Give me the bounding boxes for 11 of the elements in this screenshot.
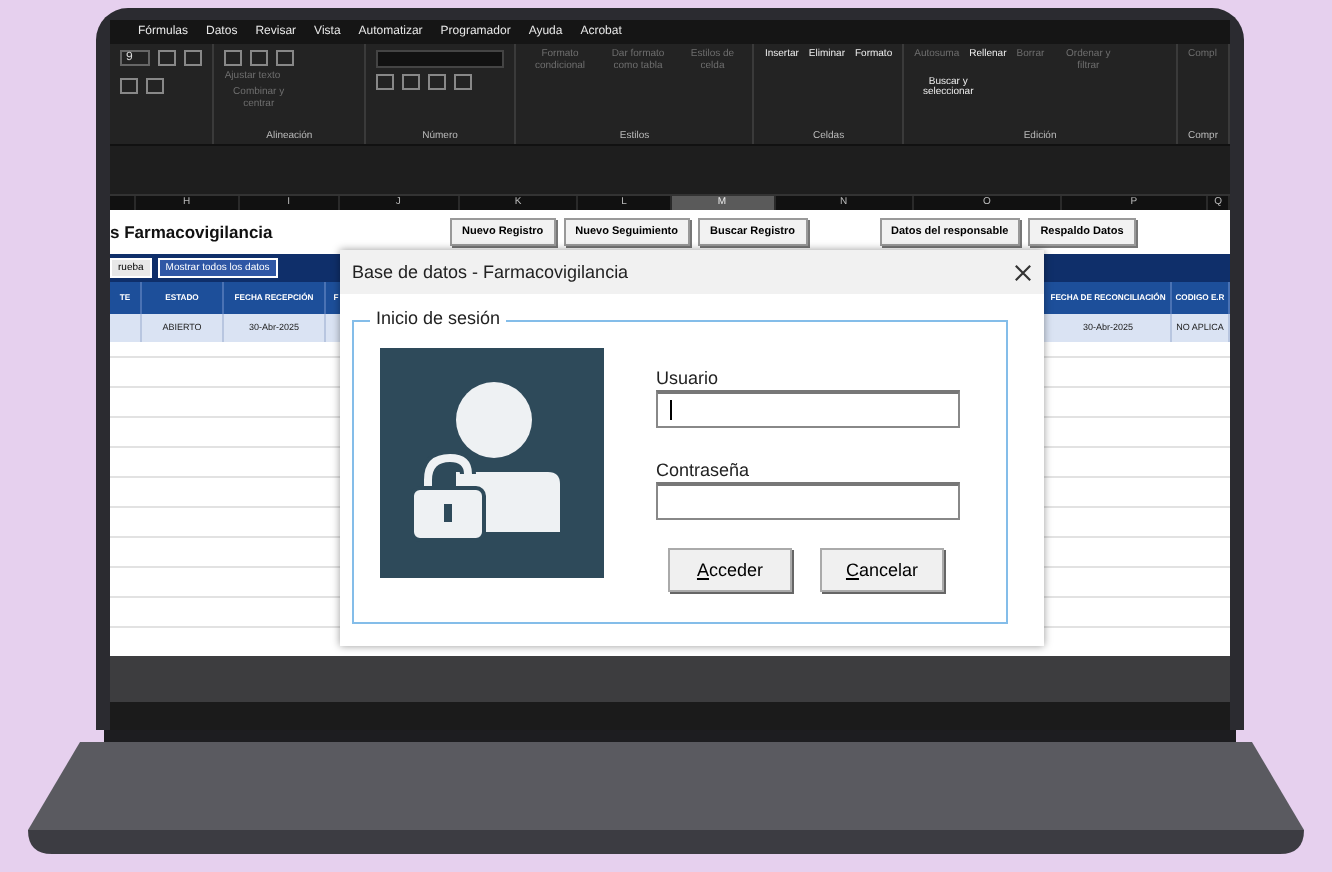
password-label: Contraseña bbox=[656, 460, 752, 480]
dialog-title: Base de datos - Farmacovigilancia bbox=[352, 262, 629, 282]
group-legend: Inicio de sesión bbox=[370, 308, 507, 328]
dialog-button[interactable]: Cancelar bbox=[820, 548, 944, 592]
number-format-field[interactable] bbox=[376, 50, 505, 68]
close-icon[interactable] bbox=[1014, 263, 1032, 281]
user-field[interactable] bbox=[656, 390, 960, 428]
user-label: Usuario bbox=[656, 368, 721, 388]
sheet-title: s Farmacovigilancia bbox=[110, 222, 275, 242]
password-field[interactable] bbox=[656, 482, 960, 520]
dialog-button[interactable]: Acceder bbox=[668, 548, 792, 592]
